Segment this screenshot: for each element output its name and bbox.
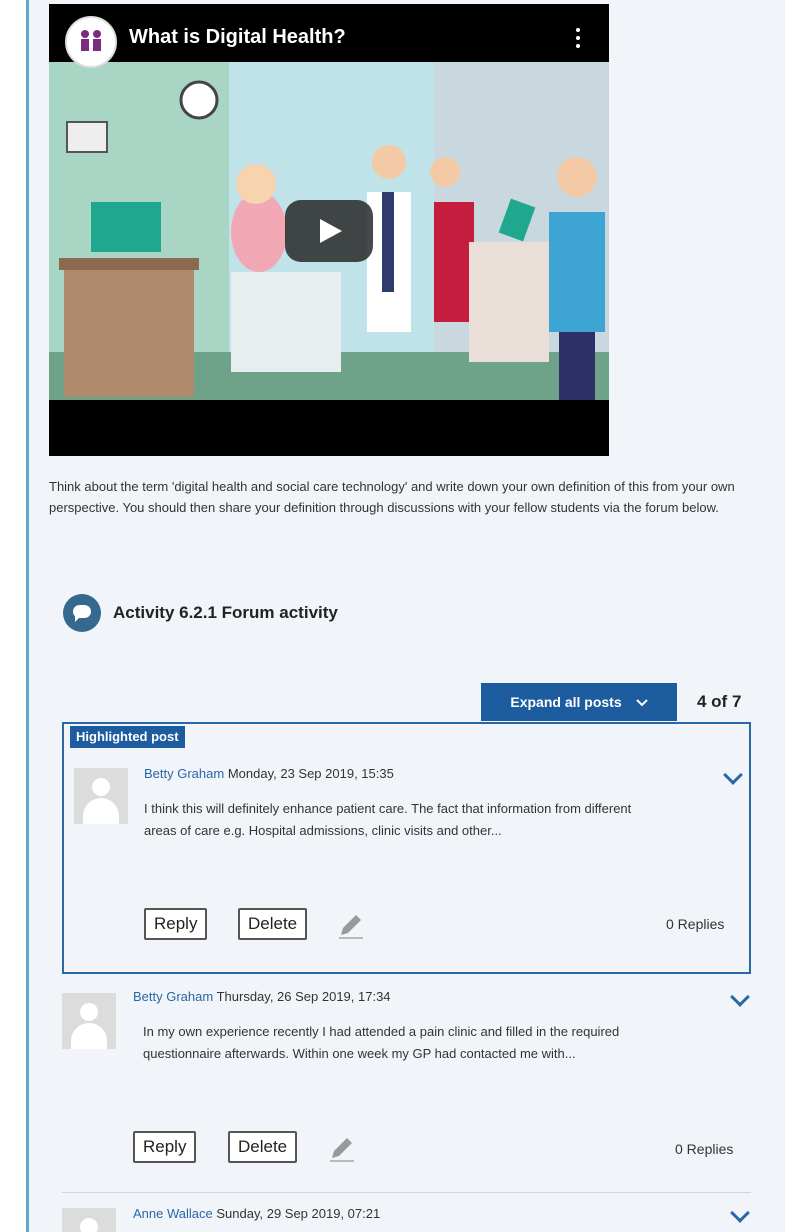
post-meta: Anne Wallace Sunday, 29 Sep 2019, 07:21 — [133, 1206, 380, 1221]
video-topbar: What is Digital Health? — [49, 4, 609, 68]
activity-title: Activity 6.2.1 Forum activity — [113, 603, 338, 622]
activity-heading: Activity 6.2.1 Forum activity — [63, 594, 338, 632]
avatar[interactable] — [62, 993, 116, 1049]
post-excerpt[interactable]: I think this will definitely enhance pat… — [144, 798, 664, 842]
post-date: Monday, 23 Sep 2019, 15:35 — [227, 766, 394, 781]
reply-count: 0 Replies — [675, 1141, 734, 1157]
avatar[interactable] — [62, 1208, 116, 1232]
highlighted-post: Highlighted post Betty Graham Monday, 23… — [62, 722, 751, 974]
reply-button[interactable]: Reply — [144, 908, 208, 940]
post-date: Thursday, 26 Sep 2019, 17:34 — [216, 989, 391, 1004]
post-meta: Betty Graham Thursday, 26 Sep 2019, 17:3… — [133, 989, 391, 1004]
video-player[interactable]: What is Digital Health? — [49, 4, 609, 456]
post-author-link[interactable]: Anne Wallace — [133, 1206, 213, 1221]
expand-all-posts-label: Expand all posts — [510, 694, 622, 710]
pencil-edit-icon[interactable] — [336, 910, 366, 940]
more-options-icon[interactable] — [575, 28, 581, 52]
post-pager: 4 of 7 — [697, 692, 742, 711]
post-meta: Betty Graham Monday, 23 Sep 2019, 15:35 — [144, 766, 394, 781]
forum-speech-bubble-icon — [63, 594, 101, 632]
post-date: Sunday, 29 Sep 2019, 07:21 — [216, 1206, 381, 1221]
channel-logo-icon[interactable] — [65, 16, 117, 68]
post-divider — [62, 1192, 751, 1193]
video-title[interactable]: What is Digital Health? — [129, 26, 346, 49]
chevron-down-icon[interactable] — [723, 765, 743, 785]
activity-instructions: Think about the term 'digital health and… — [49, 479, 735, 515]
delete-button[interactable]: Delete — [238, 908, 308, 940]
post-author-link[interactable]: Betty Graham — [133, 989, 213, 1004]
post-excerpt[interactable]: In my own experience recently I had atte… — [143, 1021, 663, 1065]
highlighted-post-tag: Highlighted post — [70, 726, 185, 748]
reply-count: 0 Replies — [666, 916, 725, 932]
delete-button[interactable]: Delete — [228, 1131, 298, 1163]
expand-all-posts-button[interactable]: Expand all posts — [481, 683, 677, 721]
content-area: What is Digital Health? Think about the … — [29, 0, 785, 1232]
chevron-down-icon[interactable] — [730, 1203, 750, 1223]
reply-button[interactable]: Reply — [133, 1131, 197, 1163]
play-icon[interactable] — [285, 200, 373, 262]
chevron-down-icon[interactable] — [730, 987, 750, 1007]
chevron-down-icon — [635, 694, 648, 710]
avatar[interactable] — [74, 768, 128, 824]
pencil-edit-icon[interactable] — [327, 1133, 357, 1163]
post-author-link[interactable]: Betty Graham — [144, 766, 224, 781]
